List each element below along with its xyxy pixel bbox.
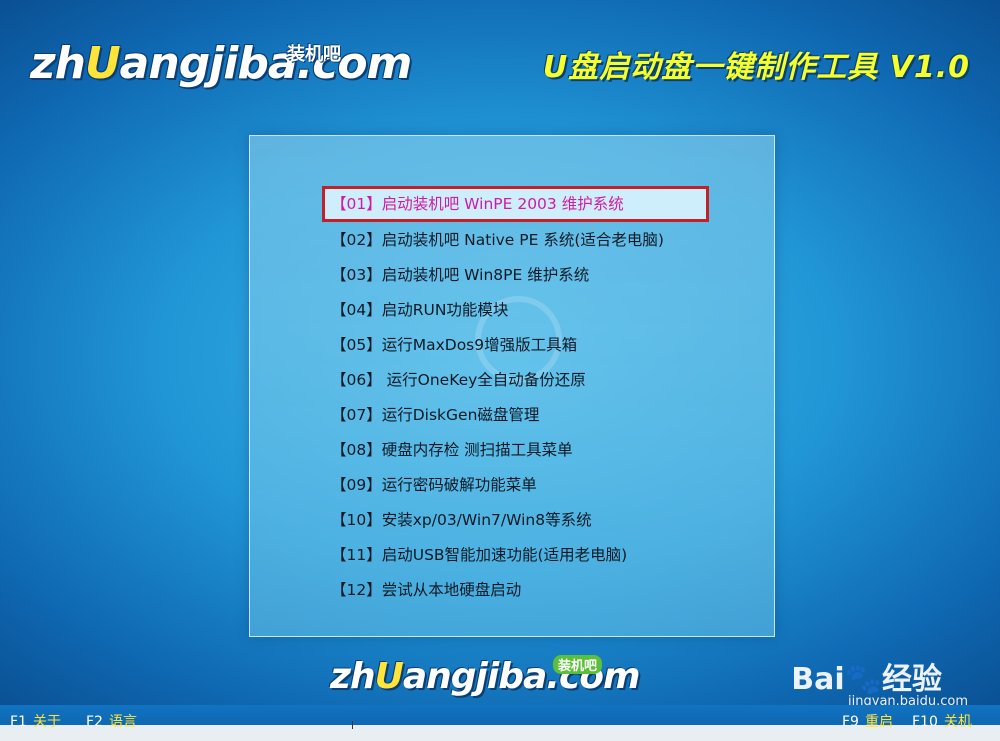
- logo-bottom-post: angjiba.com: [402, 656, 641, 697]
- paw-icon: 🐾: [844, 662, 882, 697]
- f2-language[interactable]: F2 语言: [86, 711, 137, 731]
- f10-label: 关机: [943, 714, 972, 730]
- logo-bottom-pre: zh: [330, 656, 376, 697]
- logo-text-accent: U: [84, 38, 121, 89]
- f10-shutdown[interactable]: F10 关机: [912, 711, 972, 731]
- menu-item-11[interactable]: 【11】启动USB智能加速功能(适用老电脑): [324, 538, 707, 573]
- menu-item-06[interactable]: 【06】 运行OneKey全自动备份还原: [324, 363, 707, 398]
- watermark-brand2: 经验: [882, 662, 942, 697]
- cursor-tick: [352, 721, 353, 729]
- logo-text-post: angjiba.com: [119, 38, 413, 89]
- f9-restart[interactable]: F9 重启: [842, 711, 893, 731]
- f1-label: 关于: [32, 714, 61, 730]
- f9-label: 重启: [864, 714, 893, 730]
- menu-item-12[interactable]: 【12】尝试从本地硬盘启动: [324, 573, 707, 608]
- logo-text-pre: zh: [30, 38, 86, 89]
- boot-menu-panel: 【01】启动装机吧 WinPE 2003 维护系统 【02】启动装机吧 Nati…: [249, 135, 775, 637]
- boot-menu-list: 【01】启动装机吧 WinPE 2003 维护系统 【02】启动装机吧 Nati…: [322, 186, 709, 608]
- f9-key: F9: [842, 714, 859, 730]
- menu-item-02[interactable]: 【02】启动装机吧 Native PE 系统(适合老电脑): [324, 223, 707, 258]
- watermark-brand: Bai: [791, 662, 845, 697]
- menu-item-09[interactable]: 【09】运行密码破解功能菜单: [324, 468, 707, 503]
- menu-item-07[interactable]: 【07】运行DiskGen磁盘管理: [324, 398, 707, 433]
- menu-item-01[interactable]: 【01】启动装机吧 WinPE 2003 维护系统: [322, 186, 709, 222]
- page-title: U盘启动盘一键制作工具 V1.0: [542, 50, 970, 85]
- logo-bottom-accent: U: [374, 656, 404, 697]
- logo-tag: 装机吧: [287, 44, 341, 65]
- f1-about[interactable]: F1 关于: [10, 711, 61, 731]
- f1-key: F1: [10, 714, 27, 730]
- baidu-watermark: Bai🐾经验: [791, 654, 942, 698]
- status-bar: F1 关于 F2 语言 F9 重启 F10 关机: [0, 705, 1000, 741]
- menu-item-08[interactable]: 【08】硬盘内存检 测扫描工具菜单: [324, 433, 707, 468]
- menu-item-05[interactable]: 【05】运行MaxDos9增强版工具箱: [324, 328, 707, 363]
- menu-item-03[interactable]: 【03】启动装机吧 Win8PE 维护系统: [324, 258, 707, 293]
- f10-key: F10: [912, 714, 938, 730]
- logo-top: zhUangjiba.com: [30, 38, 413, 89]
- menu-item-10[interactable]: 【10】安装xp/03/Win7/Win8等系统: [324, 503, 707, 538]
- menu-item-04[interactable]: 【04】启动RUN功能模块: [324, 293, 707, 328]
- logo-bottom-tag: 装机吧: [553, 655, 603, 674]
- f2-label: 语言: [108, 714, 137, 730]
- f2-key: F2: [86, 714, 103, 730]
